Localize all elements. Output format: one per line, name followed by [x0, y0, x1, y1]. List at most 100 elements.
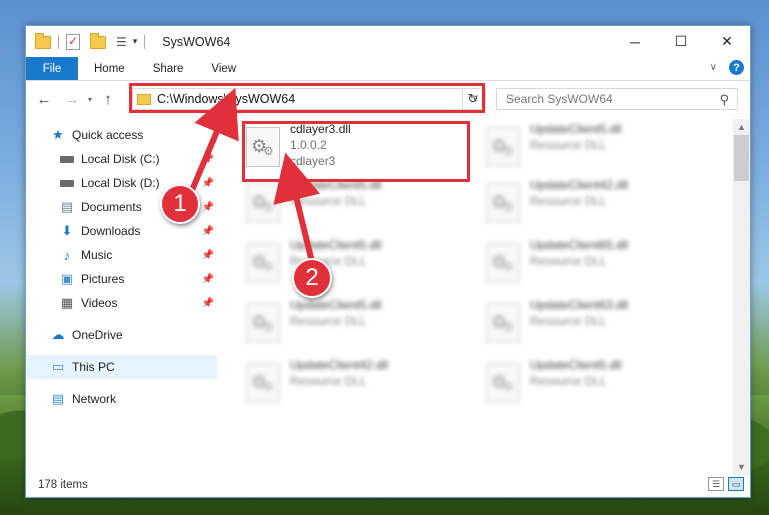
close-button[interactable]: ✕ — [704, 26, 750, 57]
dll-file-icon — [486, 243, 520, 283]
scroll-up-icon[interactable]: ▲ — [733, 119, 750, 135]
file-type: Resource DLL — [530, 314, 607, 328]
file-type: Resource DLL — [530, 194, 607, 208]
sidebar-item-this-pc[interactable]: ▭ This PC — [26, 355, 217, 379]
pin-icon[interactable]: 📌 — [202, 178, 214, 189]
file-type: Resource DLL — [530, 374, 607, 388]
status-bar: 178 items ☰ ▭ — [26, 473, 750, 497]
file-type: Resource DLL — [530, 254, 607, 268]
pin-icon[interactable]: 📌 — [202, 298, 214, 309]
sidebar-item-downloads[interactable]: ⬇ Downloads 📌 — [26, 219, 217, 243]
recent-locations-button[interactable]: ▾ — [83, 95, 97, 104]
file-highlight-box — [242, 121, 470, 182]
pin-icon[interactable]: 📌 — [202, 202, 214, 213]
up-button[interactable]: ↑ — [97, 91, 119, 108]
vertical-scrollbar[interactable]: ▲ ▼ — [733, 119, 750, 475]
sidebar-item-label: Documents — [81, 200, 142, 214]
sidebar-item-onedrive[interactable]: ☁ OneDrive — [26, 323, 217, 347]
file-item[interactable]: UpdateClient65.dll Resource DLL — [486, 237, 706, 289]
search-input[interactable]: Search SysWOW64 ⚲ — [496, 88, 738, 110]
file-item[interactable]: UpdateClient5.dllResource DLL — [246, 297, 466, 349]
window-controls: ─ ☐ ✕ — [612, 26, 750, 57]
network-icon: ▤ — [51, 391, 65, 406]
navigation-pane: ★ Quick access Local Disk (C:) 📌 Local D… — [26, 119, 217, 475]
sidebar-item-label: Videos — [81, 296, 118, 310]
new-folder-icon[interactable] — [90, 33, 106, 49]
help-icon[interactable]: ? — [729, 60, 744, 75]
dll-file-icon — [246, 363, 280, 403]
download-icon: ⬇ — [61, 223, 73, 238]
dll-file-icon — [486, 127, 520, 167]
callout-2: 2 — [292, 258, 332, 298]
sidebar-item-label: OneDrive — [72, 328, 123, 342]
minimize-button[interactable]: ─ — [612, 26, 658, 57]
file-item[interactable]: UpdateClient5.dllResource DLL — [246, 177, 466, 229]
properties-icon[interactable] — [66, 33, 80, 50]
sidebar-item-label: Pictures — [81, 272, 125, 286]
sidebar-item-videos[interactable]: ▦ Videos 📌 — [26, 291, 217, 315]
file-item[interactable]: UpdateClient42.dll Resource DLL — [246, 357, 466, 409]
sidebar-item-label: Downloads — [81, 224, 141, 238]
pin-icon[interactable]: 📌 — [202, 250, 214, 261]
file-name: UpdateClient5.dll — [290, 238, 382, 252]
file-name: UpdateClient5.dll — [290, 298, 382, 312]
dll-file-icon — [246, 183, 280, 223]
pictures-icon: ▣ — [60, 271, 74, 286]
divider — [58, 34, 59, 49]
sidebar-item-label: Quick access — [72, 128, 144, 142]
search-placeholder: Search SysWOW64 — [506, 92, 613, 106]
file-type: Resource DLL — [290, 194, 367, 208]
sidebar-item-local-disk-c[interactable]: Local Disk (C:) 📌 — [26, 147, 217, 171]
computer-icon: ▭ — [51, 359, 65, 374]
sidebar-item-music[interactable]: ♪ Music 📌 — [26, 243, 217, 267]
file-item[interactable]: UpdateClient5.dll Resource DLL — [486, 357, 706, 409]
search-icon[interactable]: ⚲ — [719, 92, 729, 108]
expand-ribbon-icon[interactable]: ∨ — [710, 62, 717, 73]
details-view-icon[interactable]: ☰ — [708, 477, 724, 491]
pin-icon[interactable]: 📌 — [202, 226, 214, 237]
sidebar-item-label: Network — [72, 392, 117, 406]
drive-icon — [59, 175, 75, 191]
qat-dropdown-icon[interactable]: ▾ — [133, 36, 138, 47]
quick-access-toolbar: ☰ ▾ — [26, 26, 148, 57]
window-title: SysWOW64 — [162, 34, 231, 49]
scroll-thumb[interactable] — [734, 135, 749, 181]
back-button[interactable]: ← — [33, 91, 55, 108]
divider — [144, 34, 146, 49]
sidebar-item-pictures[interactable]: ▣ Pictures 📌 — [26, 267, 217, 291]
tab-file[interactable]: File — [26, 57, 78, 80]
dll-file-icon — [486, 183, 520, 223]
videos-icon: ▦ — [60, 295, 74, 310]
maximize-button[interactable]: ☐ — [658, 26, 704, 57]
pin-icon[interactable]: 📌 — [202, 154, 214, 165]
tab-home[interactable]: Home — [78, 57, 139, 80]
sidebar-item-network[interactable]: ▤ Network — [26, 387, 217, 411]
dll-file-icon — [486, 363, 520, 403]
file-name: UpdateClient65.dll — [530, 238, 629, 252]
tab-share[interactable]: Share — [139, 57, 198, 80]
music-icon: ♪ — [63, 247, 71, 263]
documents-icon: ▤ — [60, 199, 74, 214]
tiles-view-icon[interactable]: ▭ — [728, 477, 744, 491]
file-name: UpdateClient5.dll — [530, 358, 622, 372]
file-name: UpdateClient42.dll — [290, 358, 389, 372]
file-name: UpdateClient63.dll — [530, 298, 629, 312]
file-item[interactable]: UpdateClient5.dllResource DLL — [246, 237, 466, 289]
folder-icon — [35, 33, 51, 49]
file-name: UpdateClient5.dll — [530, 122, 622, 136]
view-options-icon[interactable]: ☰ — [116, 35, 127, 49]
file-item[interactable]: UpdateClient5.dllResource DLL — [486, 121, 706, 173]
title-bar: ☰ ▾ SysWOW64 ─ ☐ ✕ — [26, 26, 750, 57]
sidebar-item-label: Local Disk (D:) — [81, 176, 160, 190]
drive-icon — [59, 151, 75, 167]
sidebar-item-quick-access[interactable]: ★ Quick access — [26, 123, 217, 147]
pin-icon[interactable]: 📌 — [202, 274, 214, 285]
dll-file-icon — [246, 243, 280, 283]
sidebar-item-label: Local Disk (C:) — [81, 152, 160, 166]
file-type: Resource DLL — [290, 374, 367, 388]
tab-view[interactable]: View — [197, 57, 250, 80]
forward-button[interactable]: → — [61, 91, 83, 108]
file-item[interactable]: UpdateClient63.dll Resource DLL — [486, 297, 706, 349]
item-count: 178 items — [38, 479, 88, 491]
file-item[interactable]: UpdateClient42.dll Resource DLL — [486, 177, 706, 229]
